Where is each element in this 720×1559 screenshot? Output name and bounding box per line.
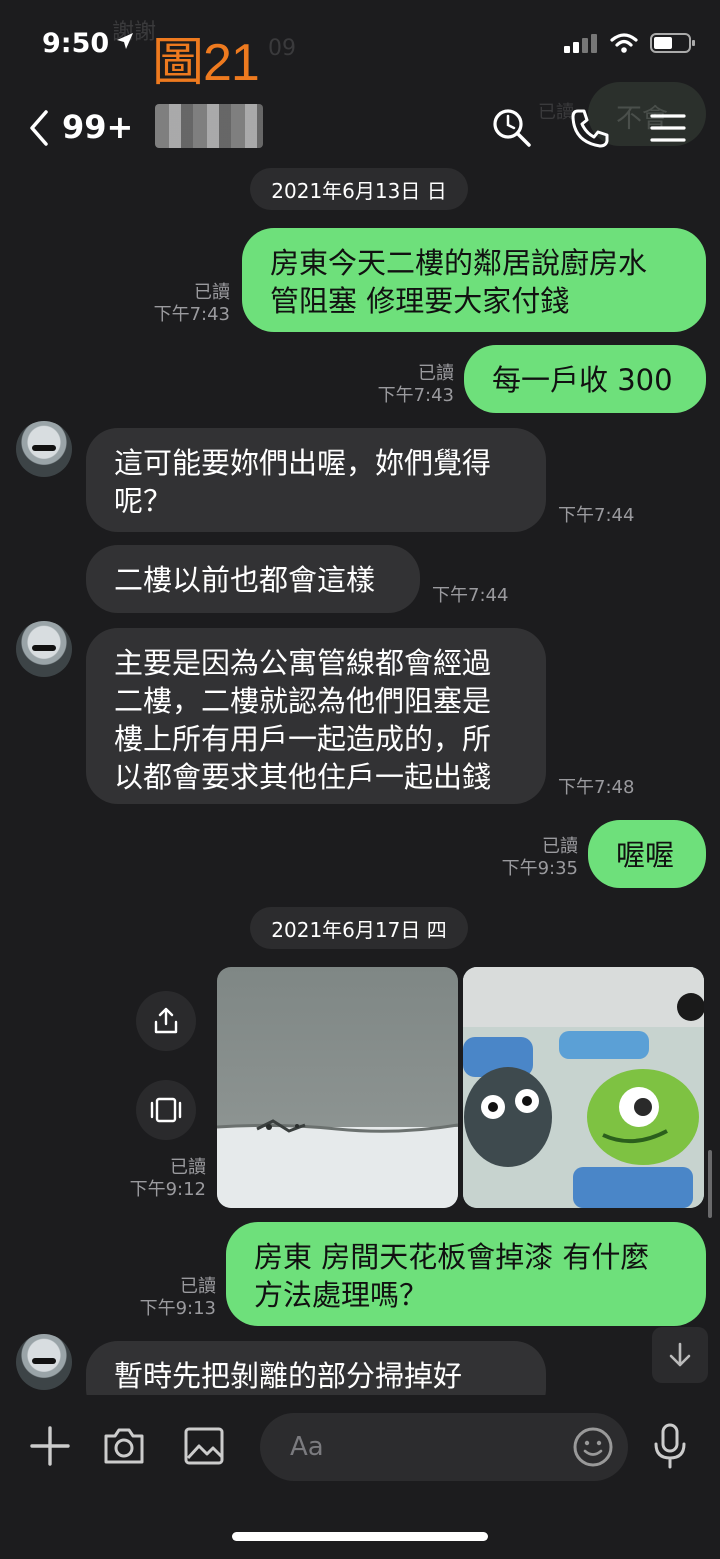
arrow-down-icon xyxy=(669,1342,691,1367)
message-time: 下午9:13 xyxy=(139,1298,216,1319)
figure-annotation: 圖21 xyxy=(152,34,260,92)
cellular-signal-icon xyxy=(564,34,597,53)
date-chip: 2021年6月13日 日 xyxy=(250,168,468,210)
contact-name-pixelated[interactable] xyxy=(155,104,263,148)
message-line: 二樓以前也都會這樣 xyxy=(114,563,376,597)
read-receipt: 已讀 xyxy=(194,282,230,303)
read-receipt: 已讀 xyxy=(542,836,578,857)
status-time: 9:50 xyxy=(42,28,110,59)
bedding-photo-image xyxy=(463,967,704,1208)
emoji-button[interactable] xyxy=(572,1426,614,1472)
message-line: 暫時先把剝離的部分掃掉好 xyxy=(114,1359,463,1393)
incoming-message[interactable]: 這可能要妳們出喔，妳們覺得 呢？ xyxy=(86,428,546,532)
message-line: 二樓，二樓就認為他們阻塞是 xyxy=(114,684,492,718)
ceiling-photo-image xyxy=(217,1119,458,1208)
message-meta: 已讀 下午9:12 xyxy=(130,1157,206,1201)
message-meta: 已讀 下午9:35 xyxy=(502,836,578,880)
plus-icon xyxy=(30,1426,70,1466)
message-line: 這可能要妳們出喔，妳們覺得 xyxy=(114,446,492,480)
faded-previous-time: 09 xyxy=(268,36,296,61)
incoming-message[interactable]: 二樓以前也都會這樣 xyxy=(86,545,420,613)
message-time: 下午9:35 xyxy=(501,858,578,879)
avatar[interactable] xyxy=(16,621,72,677)
message-line: 樓上所有用戶一起造成的，所 xyxy=(114,722,492,756)
message-meta: 已讀 下午9:13 xyxy=(140,1276,216,1320)
wifi-icon xyxy=(610,33,638,53)
gallery-button[interactable] xyxy=(182,1424,226,1472)
emoji-icon xyxy=(573,1427,613,1467)
outgoing-message[interactable]: 房東 房間天花板會掉漆 有什麼 方法處理嗎？ xyxy=(226,1222,706,1326)
image-icon xyxy=(184,1427,224,1465)
read-receipt: 已讀 xyxy=(170,1157,206,1178)
message-line: 以都會要求其他住戶一起出錢 xyxy=(114,760,492,794)
read-receipt: 已讀 xyxy=(418,363,454,384)
camera-icon xyxy=(104,1428,144,1464)
voice-button[interactable] xyxy=(650,1422,690,1474)
message-time: 下午7:44 xyxy=(558,505,635,526)
message-line: 房東今天二樓的鄰居說廚房水 xyxy=(270,246,648,280)
plus-button[interactable] xyxy=(28,1424,72,1472)
message-line: 喔喔 xyxy=(616,838,675,872)
chevron-left-icon xyxy=(30,110,48,146)
status-icons xyxy=(564,32,696,54)
message-meta: 已讀 下午7:43 xyxy=(378,363,454,407)
message-line: 每一戶收 300 xyxy=(492,363,673,397)
back-button[interactable] xyxy=(24,104,60,152)
avatar[interactable] xyxy=(16,421,72,477)
message-time: 下午7:48 xyxy=(558,777,635,798)
camera-button[interactable] xyxy=(102,1424,146,1472)
battery-icon xyxy=(650,33,695,53)
outgoing-message[interactable]: 房東今天二樓的鄰居說廚房水 管阻塞 修理要大家付錢 xyxy=(242,228,706,332)
bedding-photo[interactable] xyxy=(463,967,704,1208)
ceiling-photo[interactable] xyxy=(217,967,458,1208)
message-time: 下午9:12 xyxy=(129,1179,206,1200)
outgoing-message[interactable]: 喔喔 xyxy=(588,820,706,888)
message-meta: 已讀 下午7:43 xyxy=(154,282,230,326)
avatar[interactable] xyxy=(16,1334,72,1390)
message-line: 方法處理嗎？ xyxy=(254,1278,429,1312)
album-button[interactable] xyxy=(136,1080,196,1140)
unread-count[interactable]: 99+ xyxy=(62,108,133,146)
message-time: 下午7:43 xyxy=(377,385,454,406)
outgoing-message[interactable]: 每一戶收 300 xyxy=(464,345,706,413)
date-chip: 2021年6月17日 四 xyxy=(250,907,468,949)
share-icon xyxy=(154,1007,178,1034)
share-button[interactable] xyxy=(136,991,196,1051)
phone-icon[interactable] xyxy=(568,106,612,150)
message-line: 呢？ xyxy=(114,484,173,518)
message-time: 下午7:44 xyxy=(432,585,509,606)
scroll-to-bottom-button[interactable] xyxy=(652,1327,708,1383)
message-line: 房東 房間天花板會掉漆 有什麼 xyxy=(254,1240,650,1274)
home-indicator xyxy=(232,1532,488,1541)
read-receipt: 已讀 xyxy=(180,1276,216,1297)
message-line: 管阻塞 修理要大家付錢 xyxy=(270,284,570,318)
location-arrow-icon xyxy=(114,30,136,56)
message-time: 下午7:43 xyxy=(153,304,230,325)
album-icon xyxy=(150,1097,182,1123)
message-input-placeholder: Aa xyxy=(290,1432,324,1462)
microphone-icon xyxy=(654,1423,686,1469)
incoming-message[interactable]: 主要是因為公寓管線都會經過 二樓，二樓就認為他們阻塞是 樓上所有用戶一起造成的，… xyxy=(86,628,546,804)
message-line: 主要是因為公寓管線都會經過 xyxy=(114,646,492,680)
scrollbar[interactable] xyxy=(708,1150,712,1218)
search-icon[interactable] xyxy=(490,106,534,150)
menu-icon[interactable] xyxy=(646,106,690,150)
